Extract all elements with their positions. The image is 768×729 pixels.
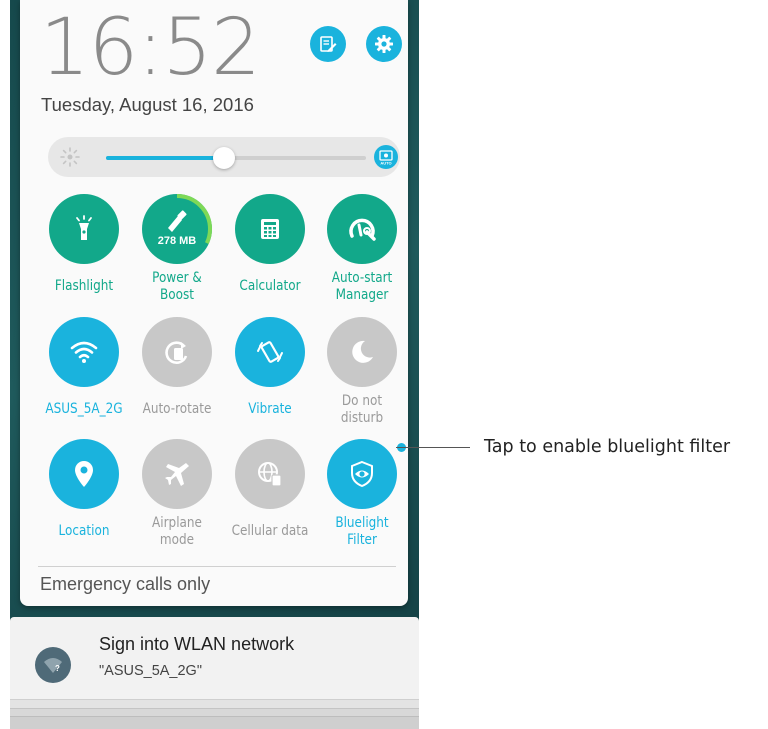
auto-brightness-button[interactable]: AUTO	[374, 145, 398, 169]
divider	[38, 566, 396, 567]
tile-toggle[interactable]	[142, 317, 212, 387]
gear-icon	[375, 35, 393, 53]
tile-label: Calculator	[239, 278, 301, 294]
tile-location[interactable]: Location	[38, 439, 130, 540]
memory-ring	[142, 194, 212, 264]
tile-label: Vibrate	[248, 401, 292, 417]
notification-title: Sign into WLAN network	[99, 634, 295, 654]
tile-asus-5a-2g[interactable]: ASUS_5A_2G	[38, 317, 130, 418]
quick-settings-panel: 16:52 Tuesday, August 16, 2016 AUTO Flas…	[20, 0, 408, 606]
tile-power-boost[interactable]: 278 MB Power & Boost	[131, 194, 223, 304]
location-icon	[73, 460, 95, 488]
tile-toggle[interactable]	[142, 439, 212, 509]
moon-icon	[348, 338, 376, 366]
tile-toggle[interactable]	[49, 317, 119, 387]
tile-cellular-data[interactable]: Cellular data	[224, 439, 316, 540]
clock: 16:52	[40, 3, 261, 93]
tile-toggle[interactable]: 278 MB	[142, 194, 212, 264]
callout-text: Tap to enable bluelight filter	[484, 437, 731, 457]
tile-label: ASUS_5A_2G	[45, 401, 123, 417]
tile-label: Power & Boost	[152, 270, 202, 303]
auto-start-icon	[346, 214, 378, 244]
auto-brightness-icon: AUTO	[379, 150, 393, 166]
tile-toggle[interactable]	[49, 194, 119, 264]
tile-auto-rotate[interactable]: Auto-rotate	[131, 317, 223, 418]
memory-badge: 278 MB	[157, 235, 197, 247]
calculator-icon	[257, 216, 283, 242]
settings-button[interactable]	[366, 26, 402, 62]
tile-do-not-disturb[interactable]: Do not disturb	[316, 317, 408, 427]
svg-text:AUTO: AUTO	[380, 161, 391, 166]
tile-label: Auto-rotate	[142, 401, 212, 417]
tile-toggle[interactable]	[235, 439, 305, 509]
tile-toggle[interactable]	[235, 194, 305, 264]
tile-calculator[interactable]: Calculator	[224, 194, 316, 295]
tile-bluelight-filter[interactable]: Bluelight Filter	[316, 439, 408, 549]
tile-label: Flashlight	[54, 278, 114, 294]
phone-screen: 16:52 Tuesday, August 16, 2016 AUTO Flas…	[10, 0, 419, 729]
tile-toggle[interactable]	[327, 439, 397, 509]
brightness-fill	[106, 156, 225, 160]
brightness-thumb[interactable]	[213, 147, 236, 169]
globe-icon	[255, 459, 285, 489]
tile-airplane-mode[interactable]: Airplane mode	[131, 439, 223, 549]
notification-stack-edge	[10, 699, 419, 708]
brightness-slider[interactable]: AUTO	[48, 137, 400, 177]
notification-card[interactable]: ? Sign into WLAN network "ASUS_5A_2G"	[10, 617, 419, 699]
tile-toggle[interactable]	[235, 317, 305, 387]
wifi-icon	[69, 340, 99, 364]
wifi-question-icon: ?	[35, 647, 71, 683]
notification-stack-edge	[10, 716, 419, 729]
date: Tuesday, August 16, 2016	[41, 94, 254, 115]
tile-label: Auto-start Manager	[331, 270, 393, 303]
airplane-icon	[162, 459, 192, 489]
tile-label: Do not disturb	[340, 393, 384, 426]
flashlight-icon	[69, 214, 99, 244]
callout-line	[396, 447, 470, 448]
tile-auto-start-manager[interactable]: Auto-start Manager	[316, 194, 408, 304]
svg-text:?: ?	[55, 664, 60, 673]
eye-shield-icon	[347, 459, 377, 489]
vibrate-icon	[255, 337, 285, 367]
notification-subtitle: "ASUS_5A_2G"	[99, 663, 202, 679]
tile-label: Airplane mode	[152, 515, 202, 548]
tile-toggle[interactable]	[327, 194, 397, 264]
brightness-icon	[60, 147, 80, 167]
tile-vibrate[interactable]: Vibrate	[224, 317, 316, 418]
edit-icon	[320, 36, 337, 52]
emergency-status: Emergency calls only	[40, 574, 211, 594]
tile-label: Cellular data	[231, 523, 309, 539]
tile-label: Location	[58, 523, 110, 539]
notification-stack-edge	[10, 708, 419, 716]
tile-toggle[interactable]	[327, 317, 397, 387]
edit-button[interactable]	[310, 26, 346, 62]
tile-label: Bluelight Filter	[335, 515, 389, 548]
tile-toggle[interactable]	[49, 439, 119, 509]
rotate-icon	[162, 337, 192, 367]
tile-flashlight[interactable]: Flashlight	[38, 194, 130, 295]
